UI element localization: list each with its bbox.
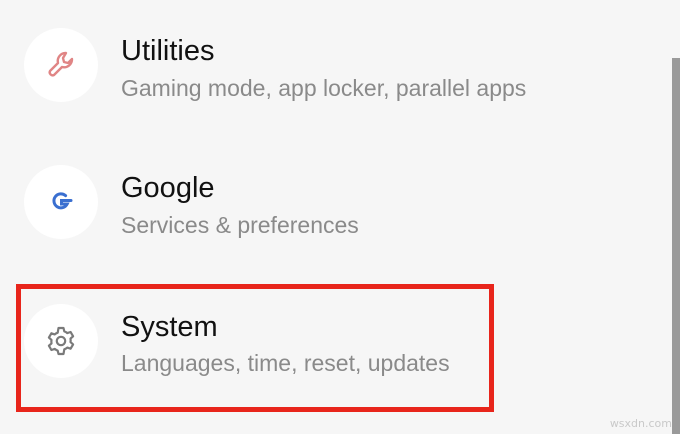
settings-item-google[interactable]: Google Services & preferences: [0, 130, 660, 262]
settings-list: Utilities Gaming mode, app locker, paral…: [0, 0, 670, 434]
settings-item-title: System: [121, 311, 218, 343]
scrollbar[interactable]: [672, 0, 680, 434]
settings-item-utilities[interactable]: Utilities Gaming mode, app locker, paral…: [0, 0, 660, 122]
settings-item-title: Google: [121, 172, 215, 204]
settings-item-subtitle: Gaming mode, app locker, parallel apps: [121, 75, 527, 101]
scrollbar-thumb[interactable]: [672, 58, 680, 434]
settings-item-subtitle: Languages, time, reset, updates: [121, 350, 450, 376]
google-icon-circle: [24, 165, 98, 239]
settings-item-subtitle: Services & preferences: [121, 212, 359, 238]
settings-item-title: Utilities: [121, 35, 215, 67]
utilities-icon-circle: [24, 28, 98, 102]
google-icon: [52, 192, 73, 210]
watermark: wsxdn.com: [609, 417, 672, 430]
wrench-icon: [48, 51, 74, 77]
system-icon-circle: [24, 304, 98, 378]
settings-item-system[interactable]: System Languages, time, reset, updates: [0, 270, 660, 402]
gear-icon: [47, 326, 75, 356]
